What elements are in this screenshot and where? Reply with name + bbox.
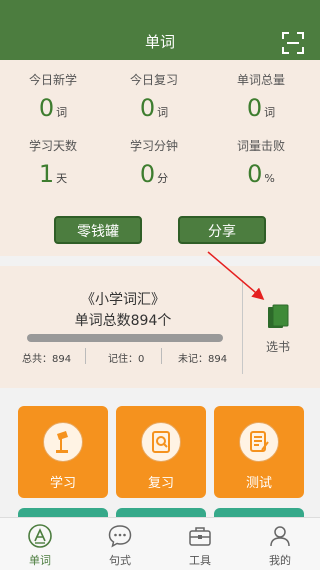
tab-label: 工具	[189, 554, 211, 567]
test-doc-icon	[239, 422, 279, 462]
toolbox-icon	[189, 527, 211, 546]
study-label: 学习	[49, 476, 76, 491]
tab-mine[interactable]: 我的	[240, 518, 320, 570]
test-tile[interactable]: 测试	[214, 406, 304, 498]
word-icon	[28, 524, 52, 548]
search-doc-icon	[141, 422, 181, 462]
tab-tools[interactable]: 工具	[160, 518, 240, 570]
study-tile[interactable]: 学习	[18, 406, 108, 498]
person-icon	[270, 526, 290, 547]
review-tile[interactable]: 复习	[116, 406, 206, 498]
tab-word[interactable]: 单词	[0, 518, 80, 570]
bottom-tab-bar: 单词 句式 工具 我的	[0, 517, 320, 570]
tab-label: 句式	[109, 554, 131, 567]
test-label: 测试	[245, 476, 272, 491]
tab-label: 我的	[269, 554, 291, 567]
tab-sentence[interactable]: 句式	[80, 518, 160, 570]
tab-label: 单词	[29, 554, 51, 567]
chat-icon	[108, 525, 132, 548]
review-label: 复习	[147, 476, 174, 491]
lamp-icon	[43, 422, 83, 462]
